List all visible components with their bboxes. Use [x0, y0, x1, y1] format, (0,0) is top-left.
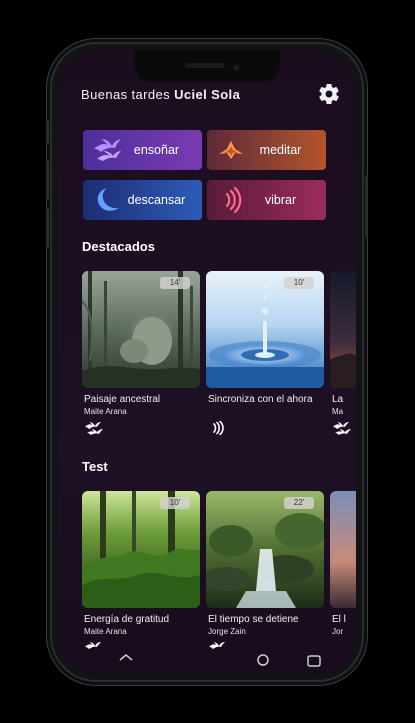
session-card[interactable]: 14' Paisaje ancestral Maite Arana [82, 271, 200, 435]
greeting-prefix: Buenas tardes [81, 87, 171, 102]
speaker-grille [185, 63, 225, 68]
session-card[interactable]: 10' Sincroniza con el ahora [206, 271, 324, 435]
home-icon[interactable] [119, 654, 133, 661]
app-screen: Buenas tardes Uciel Sola ensoñar meditar… [58, 50, 356, 674]
duration-badge: 10' [160, 497, 190, 509]
session-card[interactable]: 22' El tiempo se detiene Jorge Zain [206, 491, 324, 649]
category-vibrar-button[interactable]: vibrar [207, 180, 326, 220]
duration-badge: 22' [284, 497, 314, 509]
volume-down-button [46, 208, 49, 248]
section-title-featured: Destacados [82, 239, 155, 254]
power-button [365, 175, 368, 237]
card-author: Maite Arana [84, 407, 127, 416]
card-thumbnail: 14' [82, 271, 200, 388]
card-title: Energía de gratitud [84, 614, 170, 625]
card-author: Jor [332, 627, 344, 636]
greeting: Buenas tardes Uciel Sola [81, 87, 240, 102]
category-ensonar-button[interactable]: ensoñar [83, 130, 202, 170]
sound-wave-icon [213, 421, 224, 435]
category-label: meditar [259, 143, 302, 157]
session-card[interactable]: 10' Energía de gratitud Maite Arana [82, 491, 200, 649]
category-label: vibrar [264, 193, 297, 207]
card-author: Jorge Zain [208, 627, 246, 636]
bottom-nav [58, 646, 356, 674]
card-thumbnail: 10' [82, 491, 200, 608]
library-icon[interactable] [307, 655, 321, 667]
card-title: La [332, 394, 344, 405]
card-thumbnail [330, 491, 356, 608]
birds-icon [333, 422, 351, 435]
category-meditar-button[interactable]: meditar [207, 130, 326, 170]
card-thumbnail [330, 271, 356, 388]
card-author: Maite Arana [84, 627, 127, 636]
card-thumbnail: 10' [206, 271, 324, 388]
gear-icon[interactable] [317, 82, 341, 106]
birds-icon [85, 422, 103, 435]
card-thumbnail: 22' [206, 491, 324, 608]
card-title: Paisaje ancestral [84, 394, 161, 405]
duration-badge: 10' [284, 277, 314, 289]
search-icon[interactable] [257, 654, 269, 666]
front-camera [232, 63, 241, 72]
volume-up-button [46, 160, 49, 200]
card-title: El tiempo se detiene [208, 614, 299, 625]
category-label: descansar [127, 193, 186, 207]
user-name: Uciel Sola [174, 87, 241, 102]
mute-switch [46, 120, 49, 144]
card-title: Sincroniza con el ahora [208, 394, 313, 405]
duration-badge: 14' [160, 277, 190, 289]
category-label: ensoñar [133, 143, 180, 157]
session-card[interactable]: La Ma [330, 271, 356, 435]
session-card[interactable]: El l Jor [330, 491, 356, 636]
card-title: El l [332, 614, 346, 625]
section-title-test: Test [82, 459, 108, 474]
card-author: Ma [332, 407, 344, 416]
category-descansar-button[interactable]: descansar [83, 180, 202, 220]
